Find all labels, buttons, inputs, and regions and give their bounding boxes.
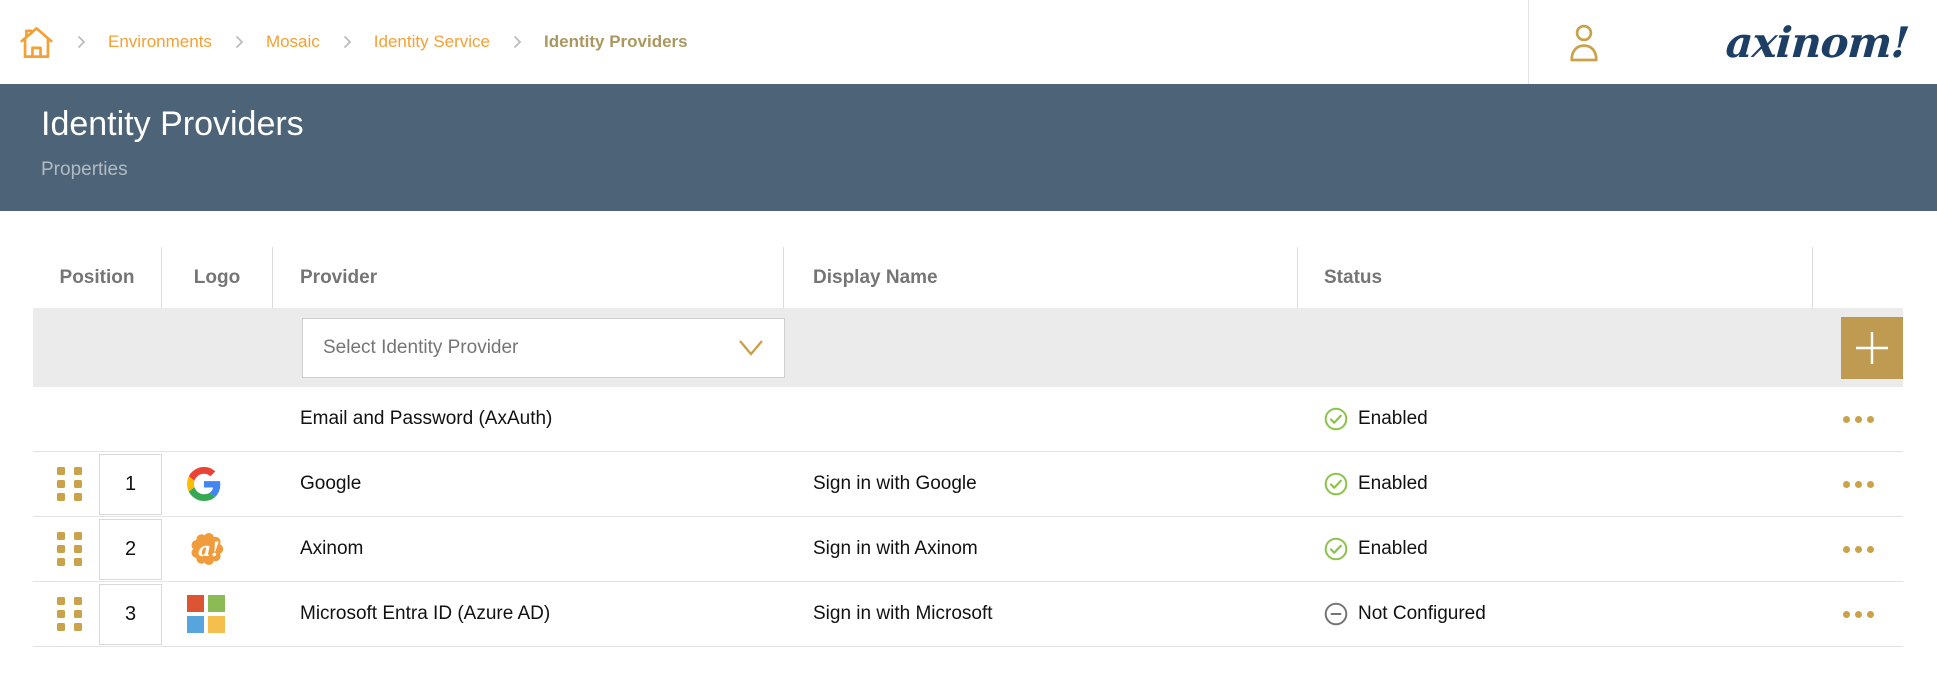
top-bar-right: axinom!: [1528, 0, 1937, 84]
status-label: Enabled: [1358, 408, 1428, 430]
identity-provider-select[interactable]: Select Identity Provider: [302, 318, 785, 378]
add-provider-row: Select Identity Provider: [33, 308, 1903, 387]
svg-text:a!: a!: [198, 537, 220, 561]
axinom-logo: axinom!: [1725, 18, 1911, 67]
provider-name: Google: [273, 452, 784, 516]
axinom-provider-logo-icon: a!: [187, 529, 227, 569]
breadcrumb-identity-service[interactable]: Identity Service: [374, 32, 490, 52]
user-profile-icon[interactable]: [1566, 20, 1602, 64]
table-row: Email and Password (AxAuth) Enabled: [33, 387, 1903, 452]
status-enabled-icon: [1324, 407, 1348, 431]
status-enabled-icon: [1324, 537, 1348, 561]
table-header-row: Position Logo Provider Display Name Stat…: [33, 247, 1903, 308]
table-row: 2 a! Axinom Sign in with Axin: [33, 517, 1903, 582]
home-icon[interactable]: [19, 24, 54, 61]
drag-handle-icon[interactable]: [57, 467, 82, 501]
column-header-logo: Logo: [162, 247, 273, 308]
breadcrumb-environments[interactable]: Environments: [108, 32, 212, 52]
breadcrumb: Environments Mosaic Identity Service Ide…: [0, 0, 1528, 84]
status-label: Enabled: [1358, 538, 1428, 560]
drag-handle-icon[interactable]: [57, 532, 82, 566]
table-row: 3 Microsoft Entra ID (Azure AD) Sign in …: [33, 582, 1903, 647]
add-provider-button[interactable]: [1841, 317, 1903, 379]
page-subtitle: Properties: [41, 159, 1937, 181]
chevron-right-icon: [339, 34, 355, 50]
identity-providers-page: Environments Mosaic Identity Service Ide…: [0, 0, 1937, 685]
top-bar: Environments Mosaic Identity Service Ide…: [0, 0, 1937, 84]
position-box: 3: [99, 584, 162, 645]
column-header-status: Status: [1298, 247, 1813, 308]
chevron-right-icon: [509, 34, 525, 50]
status-enabled-icon: [1324, 472, 1348, 496]
display-name: Sign in with Axinom: [784, 517, 1298, 581]
provider-name: Microsoft Entra ID (Azure AD): [273, 582, 784, 646]
google-logo-icon: [187, 467, 221, 501]
microsoft-logo-icon: [187, 595, 225, 633]
row-menu-button[interactable]: [1839, 538, 1878, 561]
display-name: Sign in with Microsoft: [784, 582, 1298, 646]
table-row: 1 Google Sign in with Google En: [33, 452, 1903, 517]
row-menu-button[interactable]: [1839, 408, 1878, 431]
chevron-right-icon: [73, 34, 89, 50]
chevron-down-icon: [738, 339, 764, 357]
column-header-display-name: Display Name: [784, 247, 1298, 308]
providers-table: Position Logo Provider Display Name Stat…: [0, 211, 1937, 647]
column-header-position: Position: [33, 247, 162, 308]
page-title: Identity Providers: [41, 104, 1937, 144]
position-box: 1: [99, 454, 162, 515]
chevron-right-icon: [231, 34, 247, 50]
column-header-provider: Provider: [273, 247, 784, 308]
display-name: [784, 387, 1298, 451]
drag-handle-icon[interactable]: [57, 597, 82, 631]
status-label: Not Configured: [1358, 603, 1486, 625]
provider-name: Axinom: [273, 517, 784, 581]
status-label: Enabled: [1358, 473, 1428, 495]
row-menu-button[interactable]: [1839, 603, 1878, 626]
select-placeholder: Select Identity Provider: [323, 337, 518, 359]
position-box: 2: [99, 519, 162, 580]
row-menu-button[interactable]: [1839, 473, 1878, 496]
display-name: Sign in with Google: [784, 452, 1298, 516]
breadcrumb-identity-providers: Identity Providers: [544, 32, 688, 52]
plus-icon: [1853, 329, 1891, 367]
breadcrumb-mosaic[interactable]: Mosaic: [266, 32, 320, 52]
column-header-actions: [1813, 247, 1903, 308]
page-header: Identity Providers Properties: [0, 84, 1937, 211]
provider-name: Email and Password (AxAuth): [273, 387, 784, 451]
status-not-configured-icon: [1324, 602, 1348, 626]
